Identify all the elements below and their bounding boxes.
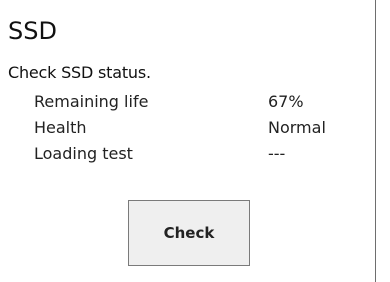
panel-title: SSD	[8, 17, 57, 45]
status-value: 67%	[268, 92, 304, 111]
status-label: Loading test	[34, 144, 133, 163]
panel-description: Check SSD status.	[8, 63, 151, 82]
check-button[interactable]: Check	[128, 200, 250, 266]
status-label: Health	[34, 118, 87, 137]
status-value: Normal	[268, 118, 326, 137]
ssd-panel: SSD Check SSD status. Remaining life 67%…	[0, 0, 376, 282]
status-label: Remaining life	[34, 92, 149, 111]
status-value: ---	[268, 144, 286, 163]
